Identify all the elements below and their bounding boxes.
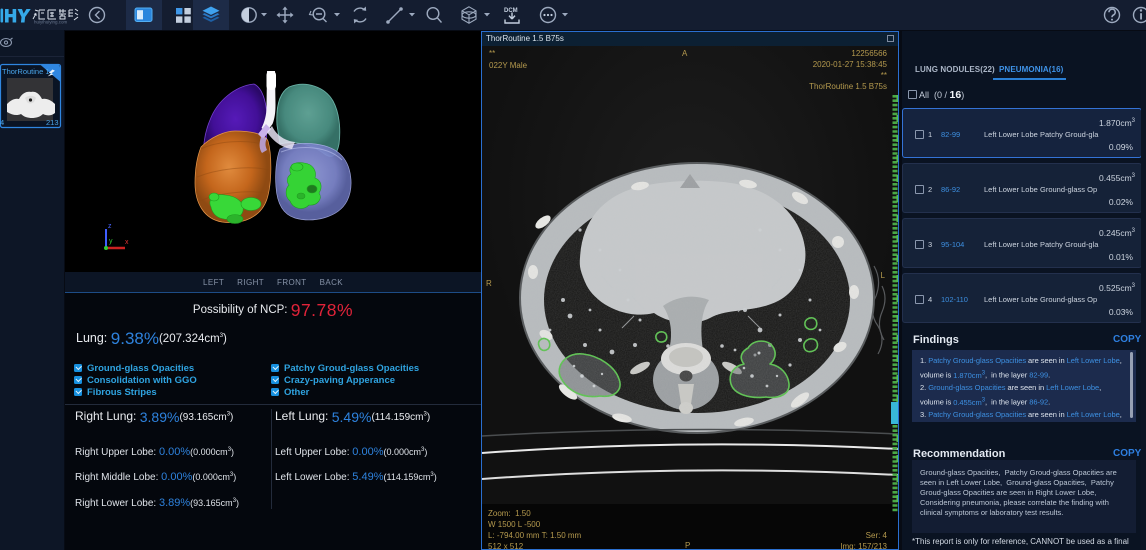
- svg-text:y: y: [109, 238, 113, 245]
- svg-text:ThorRoutine 1.: ThorRoutine 1.: [2, 67, 52, 76]
- svg-text:213: 213: [46, 118, 59, 127]
- svg-text:huiyihuiying.com: huiyihuiying.com: [34, 20, 68, 25]
- svg-text:DCM: DCM: [504, 8, 518, 14]
- svg-text:z: z: [108, 223, 112, 230]
- svg-text:4: 4: [0, 118, 4, 127]
- svg-text:x: x: [125, 239, 129, 246]
